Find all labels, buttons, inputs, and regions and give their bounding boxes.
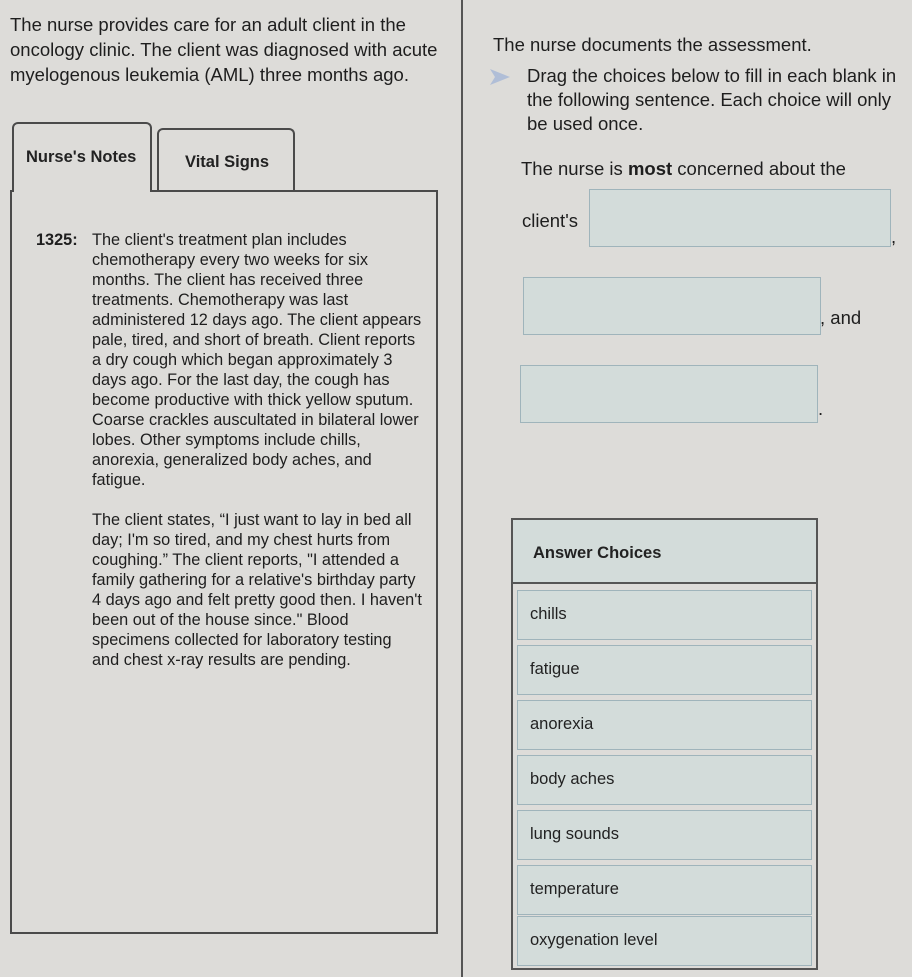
sentence-emphasis: most <box>627 158 673 179</box>
nurses-notes-panel: 1325: The client's treatment plan includ… <box>10 190 438 934</box>
blank2-suffix: , and <box>820 307 862 328</box>
answer-choice[interactable]: fatigue <box>517 645 812 695</box>
choice-label: anorexia <box>530 715 594 733</box>
tab-bar: Nurse's Notes Vital Signs <box>12 122 312 192</box>
choice-label: chills <box>530 605 567 623</box>
scenario-text: The nurse provides care for an adult cli… <box>10 14 438 85</box>
blank1-prefix: client's <box>522 210 578 231</box>
choice-label: temperature <box>530 880 619 898</box>
tab-label: Nurse's Notes <box>26 148 137 166</box>
note-paragraph: The client states, “I just want to lay i… <box>92 511 422 669</box>
note-time: 1325: <box>36 231 78 249</box>
sentence-text: The nurse is most concerned about the <box>521 158 846 180</box>
choice-label: fatigue <box>530 660 580 678</box>
answer-choices-panel: Answer Choices chills fatigue anorexia b… <box>511 518 818 970</box>
note-text: The client's treatment plan includes che… <box>92 230 422 690</box>
question-pane: The nurse documents the assessment. Drag… <box>463 0 912 977</box>
answer-choice[interactable]: temperature <box>517 865 812 915</box>
answer-choices-title: Answer Choices <box>533 544 662 562</box>
sentence-suffix: concerned about the <box>672 158 846 179</box>
blank1-suffix: , <box>891 226 897 247</box>
answer-choice[interactable]: lung sounds <box>517 810 812 860</box>
answer-choice[interactable]: body aches <box>517 755 812 805</box>
choice-label: lung sounds <box>530 825 619 843</box>
drag-arrow-icon <box>490 69 510 85</box>
tab-label: Vital Signs <box>185 153 270 171</box>
note-paragraph: The client's treatment plan includes che… <box>92 231 422 489</box>
tab-nurses-notes[interactable]: Nurse's Notes <box>12 122 152 192</box>
tab-vital-signs[interactable]: Vital Signs <box>157 128 295 192</box>
case-pane: The nurse provides care for an adult cli… <box>0 0 462 977</box>
drop-blank-1[interactable] <box>589 189 891 247</box>
answer-choice[interactable]: chills <box>517 590 812 640</box>
choice-label: body aches <box>530 770 615 788</box>
answer-choice[interactable]: oxygenation level <box>517 916 812 966</box>
question-stem: The nurse documents the assessment. <box>493 34 812 55</box>
sentence-prefix: The nurse is <box>521 158 628 179</box>
instruction-text: Drag the choices below to fill in each b… <box>527 65 897 134</box>
answer-choices-header: Answer Choices <box>513 520 816 584</box>
choice-label: oxygenation level <box>530 931 658 949</box>
drop-blank-3[interactable] <box>520 365 818 423</box>
blank3-suffix: . <box>818 398 824 419</box>
answer-choice[interactable]: anorexia <box>517 700 812 750</box>
drop-blank-2[interactable] <box>523 277 821 335</box>
